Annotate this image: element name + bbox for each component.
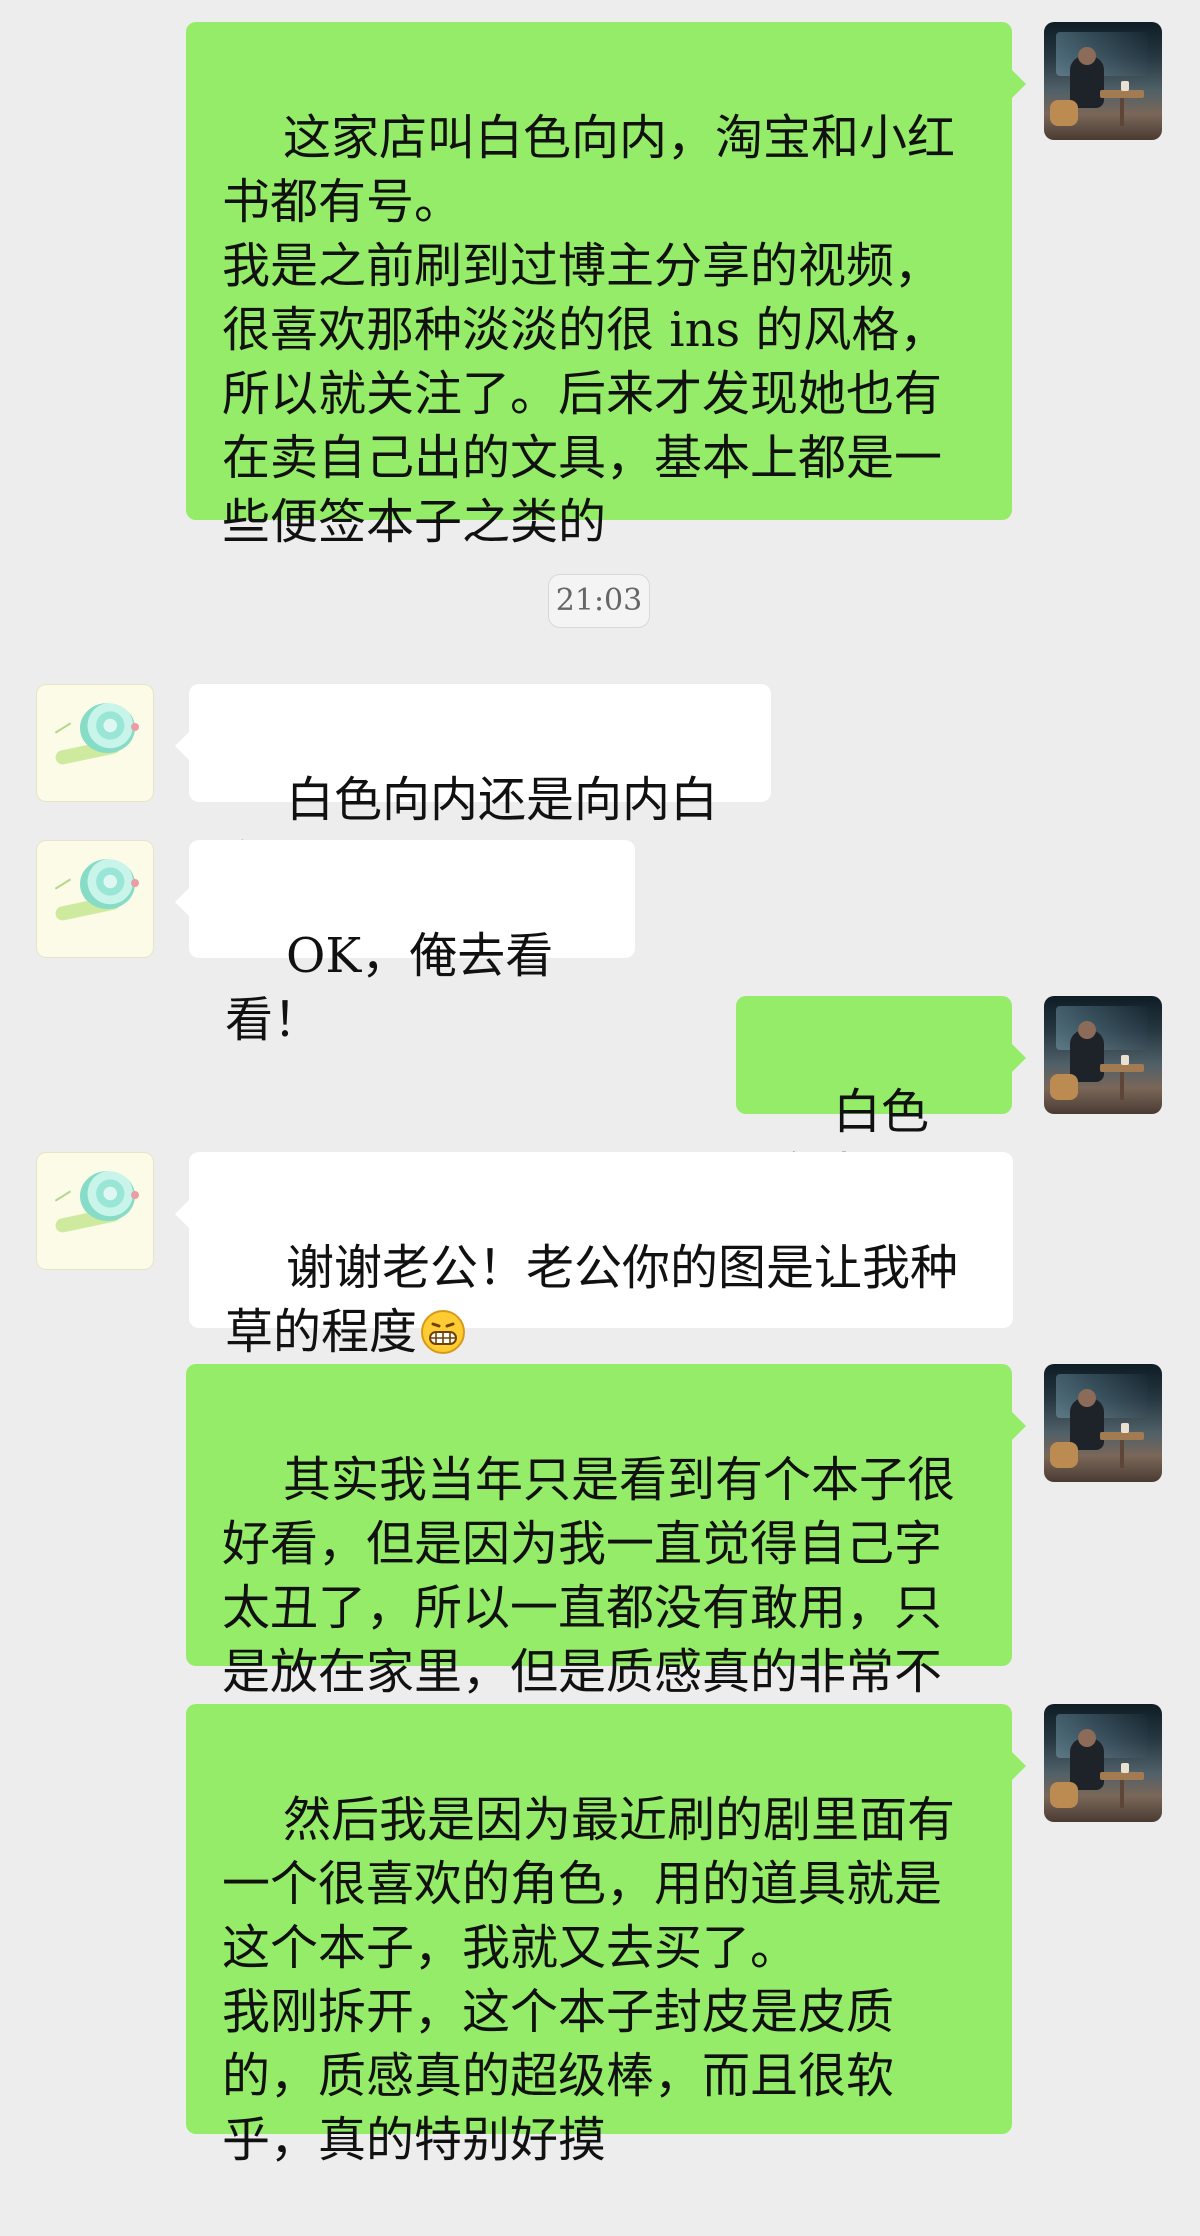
table-leg <box>1120 1440 1124 1468</box>
timestamp: 21:03 <box>548 574 650 628</box>
chair-shape <box>1050 1074 1078 1100</box>
chair-shape <box>1050 1442 1078 1468</box>
message-bubble-self[interactable]: 白色向内 <box>736 996 1026 1204</box>
chair-shape <box>1050 1782 1078 1808</box>
table-shape <box>1100 1432 1144 1440</box>
contact-avatar[interactable] <box>36 1152 154 1270</box>
message-bubble-self[interactable]: 然后我是因为最近刷的剧里面有一个很喜欢的角色，用的道具就是这个本子，我就又去买了… <box>186 1704 1026 2168</box>
person-head <box>1078 1389 1096 1407</box>
cup-shape <box>1121 1763 1129 1773</box>
snail-antenna <box>54 722 72 734</box>
message-text: 谢谢老公！老公你的图是让我种草的程度 <box>225 1240 959 1360</box>
table-leg <box>1120 1072 1124 1100</box>
grinning-face-icon <box>421 1310 466 1354</box>
message-bubble-self[interactable]: 这家店叫白色向内，淘宝和小红书都有号。 我是之前刷到过博主分享的视频，很喜欢那种… <box>186 22 1026 550</box>
message-bubble-self[interactable]: 其实我当年只是看到有个本子很好看，但是因为我一直觉得自己字太丑了，所以一直都没有… <box>186 1364 1026 1764</box>
person-head <box>1078 47 1096 65</box>
table-leg <box>1120 1780 1124 1808</box>
self-avatar[interactable] <box>1044 22 1162 140</box>
person-head <box>1078 1729 1096 1747</box>
cup-shape <box>1121 1423 1129 1433</box>
message-text: 然后我是因为最近刷的剧里面有一个很喜欢的角色，用的道具就是这个本子，我就又去买了… <box>222 1792 956 2168</box>
contact-avatar[interactable] <box>36 684 154 802</box>
table-shape <box>1100 1772 1144 1780</box>
snail-shell-icon <box>80 859 135 909</box>
table-shape <box>1100 90 1144 98</box>
table-shape <box>1100 1064 1144 1072</box>
snail-shell-icon <box>80 1171 135 1221</box>
person-head <box>1078 1021 1096 1039</box>
snail-eye <box>131 879 139 887</box>
self-avatar[interactable] <box>1044 1364 1162 1482</box>
message-text: OK，俺去看看！ <box>225 928 554 1048</box>
snail-shell-icon <box>80 703 135 753</box>
self-avatar[interactable] <box>1044 996 1162 1114</box>
message-bubble-contact[interactable]: 谢谢老公！老公你的图是让我种草的程度 <box>175 1152 1013 1360</box>
snail-eye <box>131 723 139 731</box>
self-avatar[interactable] <box>1044 1704 1162 1822</box>
cup-shape <box>1121 81 1129 91</box>
table-leg <box>1120 98 1124 126</box>
cup-shape <box>1121 1055 1129 1065</box>
message-bubble-contact[interactable]: OK，俺去看看！ <box>175 840 635 1048</box>
snail-antenna <box>54 878 72 890</box>
message-bubble-contact[interactable]: 白色向内还是向内白色 <box>175 684 771 892</box>
snail-eye <box>131 1191 139 1199</box>
chair-shape <box>1050 100 1078 126</box>
message-text: 这家店叫白色向内，淘宝和小红书都有号。 我是之前刷到过博主分享的视频，很喜欢那种… <box>222 110 956 550</box>
contact-avatar[interactable] <box>36 840 154 958</box>
snail-antenna <box>54 1190 72 1202</box>
